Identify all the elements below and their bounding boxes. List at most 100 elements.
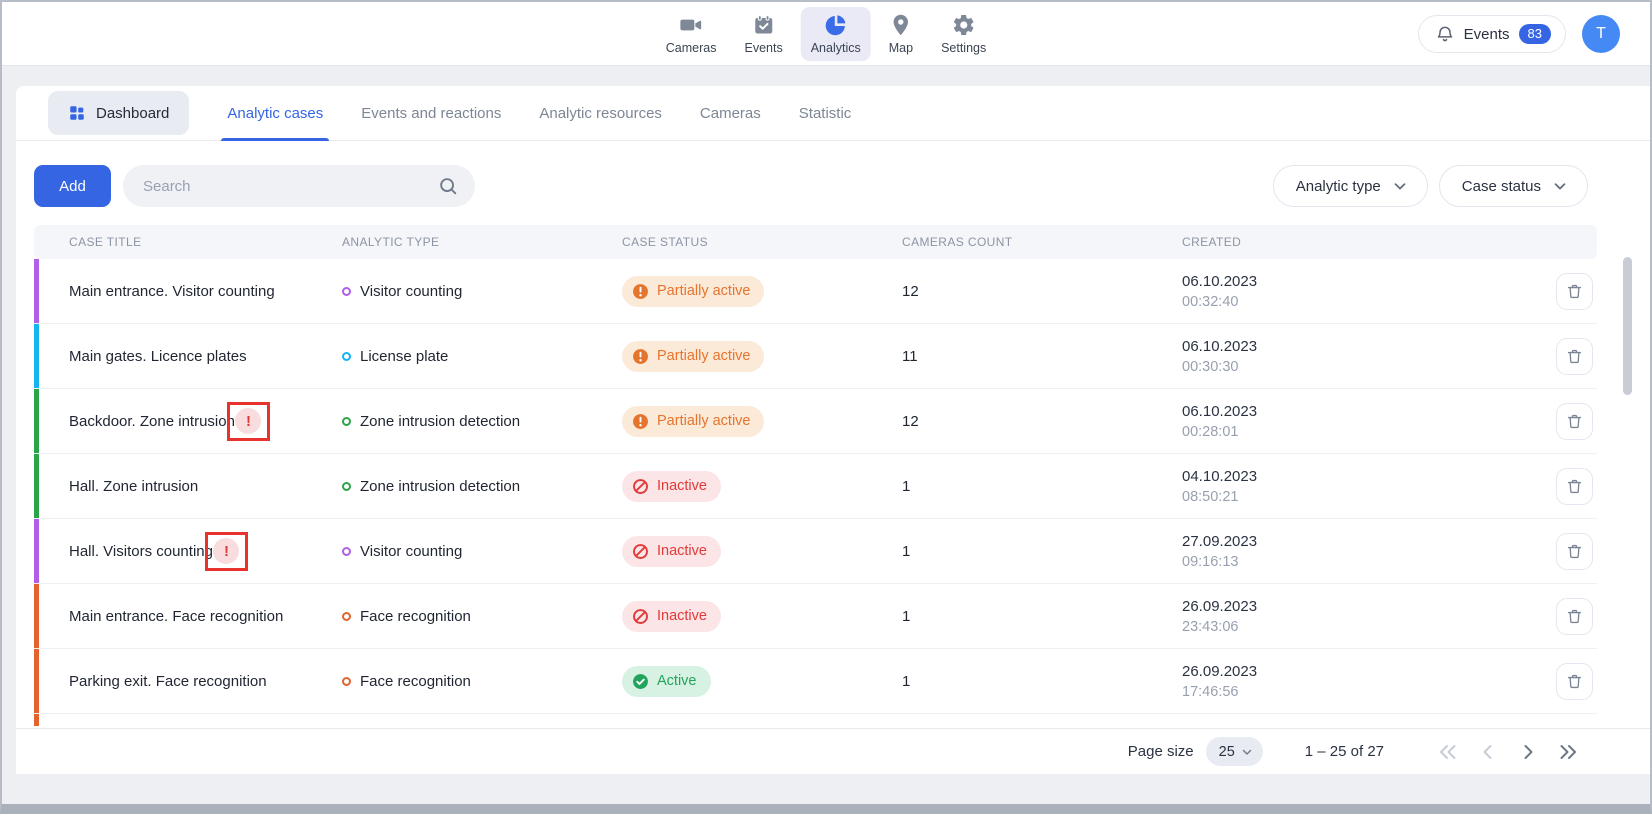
filter-analytic-type[interactable]: Analytic type — [1273, 165, 1428, 207]
page-size-select[interactable]: 25 — [1206, 737, 1263, 766]
table-row[interactable]: Parking exit. Face recognitionFace recog… — [34, 649, 1597, 714]
cameras-count-cell: 12 — [902, 283, 1182, 300]
analytic-type-dot-icon — [342, 482, 351, 491]
filter-label: Case status — [1462, 178, 1541, 195]
nav-item-cameras[interactable]: Cameras — [656, 7, 727, 61]
tab-events-and-reactions[interactable]: Events and reactions — [361, 86, 501, 140]
delete-button[interactable] — [1556, 338, 1593, 375]
add-button[interactable]: Add — [34, 165, 111, 207]
video-camera-icon — [679, 13, 703, 37]
delete-button[interactable] — [1556, 663, 1593, 700]
chevron-down-icon — [1551, 177, 1569, 195]
created-cell: 27.09.202309:16:13 — [1182, 531, 1494, 572]
analytic-type-cell: License plate — [342, 348, 622, 365]
case-status-cell: Inactive — [622, 601, 902, 632]
status-label: Active — [657, 673, 697, 689]
analytic-type-cell: Visitor counting — [342, 543, 622, 560]
table-row[interactable]: Hall. Visitors counting!Visitor counting… — [34, 519, 1597, 584]
analytic-type-dot-icon — [342, 677, 351, 686]
case-status-cell: Partially active — [622, 406, 902, 437]
tab-cameras[interactable]: Cameras — [700, 86, 761, 140]
search-icon[interactable] — [437, 175, 459, 197]
nav-item-label: Cameras — [666, 41, 717, 55]
created-date: 26.09.2023 — [1182, 661, 1494, 682]
case-title: Main entrance. Visitor counting — [69, 283, 275, 300]
delete-button[interactable] — [1556, 468, 1593, 505]
tab-analytic-resources[interactable]: Analytic resources — [539, 86, 662, 140]
column-header: CASE TITLE — [34, 235, 342, 249]
nav-item-settings[interactable]: Settings — [931, 7, 996, 61]
created-time: 17:46:56 — [1182, 682, 1494, 702]
events-button[interactable]: Events 83 — [1418, 15, 1566, 53]
scrollbar-thumb[interactable] — [1623, 257, 1632, 395]
filters: Analytic type Case status — [1273, 165, 1588, 207]
analytic-type-label: Face recognition — [360, 673, 471, 690]
analytic-type-dot-icon — [342, 417, 351, 426]
case-status-cell: Active — [622, 666, 902, 697]
status-badge: Inactive — [622, 601, 721, 632]
delete-button[interactable] — [1556, 403, 1593, 440]
created-time: 09:16:13 — [1182, 552, 1494, 572]
table-row[interactable]: Main entrance. Visitor countingVisitor c… — [34, 259, 1597, 324]
nav-item-events[interactable]: Events — [734, 7, 792, 61]
analytic-type-dot-icon — [342, 547, 351, 556]
row-actions-cell — [1494, 598, 1597, 635]
status-badge: Partially active — [622, 406, 764, 437]
first-page-button[interactable] — [1436, 739, 1462, 765]
status-inactive-icon — [632, 543, 649, 560]
analytic-type-label: Zone intrusion detection — [360, 478, 520, 495]
created-date: 26.09.2023 — [1182, 596, 1494, 617]
status-partial-icon — [632, 348, 649, 365]
nav-item-analytics[interactable]: Analytics — [801, 7, 871, 61]
analytic-type-cell: Face recognition — [342, 673, 622, 690]
case-title-cell: Hall. Zone intrusion — [34, 478, 342, 495]
table-row[interactable]: Main gates. Licence platesLicense plateP… — [34, 324, 1597, 389]
events-button-label: Events — [1464, 26, 1510, 43]
tab-analytic-cases[interactable]: Analytic cases — [227, 86, 323, 140]
tab-statistic[interactable]: Statistic — [799, 86, 852, 140]
analytic-type-cell: Zone intrusion detection — [342, 413, 622, 430]
status-label: Partially active — [657, 413, 750, 429]
dashboard-button[interactable]: Dashboard — [48, 91, 189, 135]
created-time: 00:32:40 — [1182, 292, 1494, 312]
table-row[interactable]: Backdoor. Zone intrusion! Zone intrusion … — [34, 389, 1597, 454]
last-page-button[interactable] — [1556, 739, 1582, 765]
case-title-cell: Backdoor. Zone intrusion! — [34, 402, 342, 441]
map-pin-icon — [889, 13, 913, 37]
case-title: Hall. Zone intrusion — [69, 478, 198, 495]
filter-label: Analytic type — [1296, 178, 1381, 195]
cameras-count-cell: 1 — [902, 673, 1182, 690]
delete-button[interactable] — [1556, 273, 1593, 310]
dashboard-button-label: Dashboard — [96, 105, 169, 122]
filter-case-status[interactable]: Case status — [1439, 165, 1588, 207]
case-title: Backdoor. Zone intrusion — [69, 413, 235, 430]
analytic-type-dot-icon — [342, 287, 351, 296]
tab-bar: Dashboard Analytic cases Events and react… — [16, 86, 1650, 141]
case-color-bar — [34, 584, 39, 648]
case-title: Main gates. Licence plates — [69, 348, 247, 365]
row-actions-cell — [1494, 403, 1597, 440]
nav-item-map[interactable]: Map — [879, 7, 923, 61]
case-color-bar — [34, 389, 39, 453]
table-row[interactable]: Hall. Zone intrusion Zone intrusion detec… — [34, 454, 1597, 519]
analytic-type-cell: Face recognition — [342, 608, 622, 625]
delete-button[interactable] — [1556, 598, 1593, 635]
search-input[interactable] — [123, 165, 475, 207]
nav-item-label: Analytics — [811, 41, 861, 55]
cameras-count-cell: 1 — [902, 608, 1182, 625]
created-date: 06.10.2023 — [1182, 271, 1494, 292]
delete-button[interactable] — [1556, 533, 1593, 570]
dashboard-grid-icon — [68, 104, 86, 122]
created-date: 06.10.2023 — [1182, 336, 1494, 357]
next-page-button[interactable] — [1516, 739, 1542, 765]
avatar[interactable]: T — [1582, 15, 1620, 53]
warning-icon: ! — [235, 408, 261, 434]
content-panel: Dashboard Analytic cases Events and react… — [16, 86, 1650, 774]
partial-next-row — [34, 714, 1597, 726]
case-color-bar — [34, 259, 39, 323]
analytic-type-label: Zone intrusion detection — [360, 413, 520, 430]
chevrons-left-icon — [1436, 740, 1462, 764]
prev-page-button[interactable] — [1476, 739, 1502, 765]
table-row[interactable]: Main entrance. Face recognitionFace reco… — [34, 584, 1597, 649]
case-title-cell: Hall. Visitors counting! — [34, 532, 342, 571]
